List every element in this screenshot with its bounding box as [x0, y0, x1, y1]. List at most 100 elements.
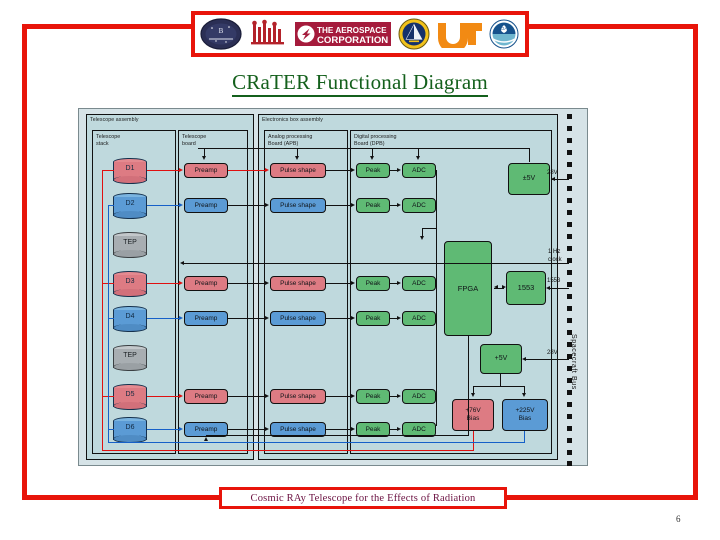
bus-1hz-clock-label: 1 Hz clock — [548, 249, 562, 263]
arrow-minus5v-into-pulse — [295, 156, 299, 160]
link-pulse-peak-d4 — [326, 318, 351, 320]
detector-d3: D3 — [113, 271, 147, 297]
link-pulse-peak-d2 — [326, 205, 351, 207]
arrow-adc-bus-into-fpga — [420, 236, 424, 240]
link-minus5v-rail — [198, 148, 530, 150]
peak-d3: Peak — [356, 276, 390, 291]
fpga-control-rail — [206, 435, 469, 437]
link-peak-adc-d5 — [390, 396, 397, 398]
link-peak-adc-d6 — [390, 429, 397, 431]
arrow-preamp-pulse-d4 — [265, 315, 269, 320]
link-pulse-peak-d5 — [326, 396, 351, 398]
aerospace-corporation-logo: THE AEROSPACE CORPORATION — [295, 17, 392, 51]
cylinder-bottom — [113, 211, 147, 219]
arrow-d1-preamp — [179, 167, 183, 172]
bus-28v-bottom-line — [526, 359, 569, 361]
digital-processing-board-label: Digital processing Board (DPB) — [354, 134, 397, 147]
arrow-d4-preamp — [179, 315, 183, 320]
arrow-peak-adc-d6 — [397, 426, 401, 431]
link-d5-preamp — [147, 396, 179, 398]
preamp-d3: Preamp — [184, 276, 228, 291]
noaa-logo-icon: NOAA — [488, 17, 520, 51]
arrow-minus5v-into-peak — [370, 156, 374, 160]
arrow-peak-adc-d1 — [397, 167, 401, 172]
arrow-28v-bottom — [522, 356, 526, 361]
bias-76v-return-vertical — [102, 170, 104, 451]
detector-d6-label: D6 — [125, 424, 135, 431]
pulse-shape-d4: Pulse shape — [270, 311, 326, 326]
mil-std-1553-block: 1553 — [506, 271, 546, 305]
arrow-peak-adc-d4 — [397, 315, 401, 320]
link-d3-preamp — [147, 283, 179, 285]
link-preamp-pulse-d3 — [228, 283, 265, 285]
bias-76v-return-down — [473, 431, 475, 451]
adc-d5: ADC — [402, 389, 436, 404]
link-d4-preamp — [147, 318, 179, 320]
svg-text:CORPORATION: CORPORATION — [317, 35, 388, 46]
arrow-d2-preamp — [179, 202, 183, 207]
detector-d4: D4 — [113, 306, 147, 332]
detector-d5-label: D5 — [125, 391, 135, 398]
electronics-box-assembly-label: Electronics box assembly — [262, 117, 323, 123]
plus225v-bias-block: +225V Bias — [502, 399, 548, 431]
arrow-minus5v-into-preamp — [202, 156, 206, 160]
arrow-1553-to-fpga — [494, 285, 498, 289]
arrow-preamp-pulse-d3 — [265, 280, 269, 285]
detector-d5: D5 — [113, 384, 147, 410]
link-d1-preamp — [147, 170, 179, 172]
preamp-d2: Preamp — [184, 198, 228, 213]
pulse-shape-d2: Pulse shape — [270, 198, 326, 213]
adc-bus-to-fpga — [422, 228, 437, 230]
arrow-1hz-clock — [180, 260, 184, 265]
link-peak-adc-d2 — [390, 205, 397, 207]
pulse-shape-d3: Pulse shape — [270, 276, 326, 291]
arrow-pulse-peak-d6 — [351, 426, 355, 431]
arrow-preamp-pulse-d6 — [265, 426, 269, 431]
bus-1553-line — [550, 288, 569, 290]
arrow-peak-adc-d3 — [397, 280, 401, 285]
cylinder-bottom — [113, 402, 147, 410]
bus-28v-top-stub — [551, 179, 559, 181]
plus5v-supply-block: +5V — [480, 344, 522, 374]
peak-d5: Peak — [356, 389, 390, 404]
bias-225v-return-rail — [108, 442, 525, 444]
adc-d4: ADC — [402, 311, 436, 326]
peak-d2: Peak — [356, 198, 390, 213]
page-title: CRaTER Functional Diagram — [0, 70, 720, 97]
arrow-pulse-peak-d2 — [351, 202, 355, 207]
slide-canvas: B THE AEROSPACE CORPORATION NOAA CRaTER … — [0, 0, 720, 540]
detector-d3-label: D3 — [125, 278, 135, 285]
cylinder-bottom — [113, 324, 147, 332]
arrow-into-225v-bias — [522, 393, 526, 397]
page-title-text: CRaTER Functional Diagram — [232, 70, 488, 97]
arrow-preamp-pulse-d2 — [265, 202, 269, 207]
arrow-minus5v-into-adc — [416, 156, 420, 160]
link-preamp-pulse-d4 — [228, 318, 265, 320]
telescope-assembly-label: Telescope assembly — [90, 117, 139, 123]
link-pulse-peak-d6 — [326, 429, 351, 431]
peak-d1: Peak — [356, 163, 390, 178]
link-preamp-pulse-d5 — [228, 396, 265, 398]
bus-1553-label: 1553 — [547, 278, 561, 284]
page-number: 6 — [676, 514, 681, 524]
analog-processing-board — [264, 130, 348, 454]
preamp-d4: Preamp — [184, 311, 228, 326]
tep-block-1: TEP — [113, 232, 147, 258]
tep-block-1-label: TEP — [123, 239, 137, 246]
bus-28v-top-line — [559, 179, 569, 181]
arrow-pulse-peak-d1 — [351, 167, 355, 172]
arrow-pulse-peak-d5 — [351, 393, 355, 398]
link-d6-preamp — [147, 429, 179, 431]
arrow-d6-preamp — [179, 426, 183, 431]
bus-1hz-clock-line — [184, 263, 569, 265]
footer-banner: Cosmic RAy Telescope for the Effects of … — [219, 487, 507, 509]
detector-d2-label: D2 — [125, 200, 135, 207]
telescope-stack-label: Telescope stack — [96, 134, 121, 147]
tep-block-2-label: TEP — [123, 352, 137, 359]
arrow-d5-preamp — [179, 393, 183, 398]
arrow-preamp-pulse-d5 — [265, 393, 269, 398]
arrow-pulse-peak-d3 — [351, 280, 355, 285]
arrow-pulse-peak-d4 — [351, 315, 355, 320]
bias-76v-return-rail — [102, 450, 474, 452]
telescope-board-label: Telescope board — [182, 134, 207, 147]
